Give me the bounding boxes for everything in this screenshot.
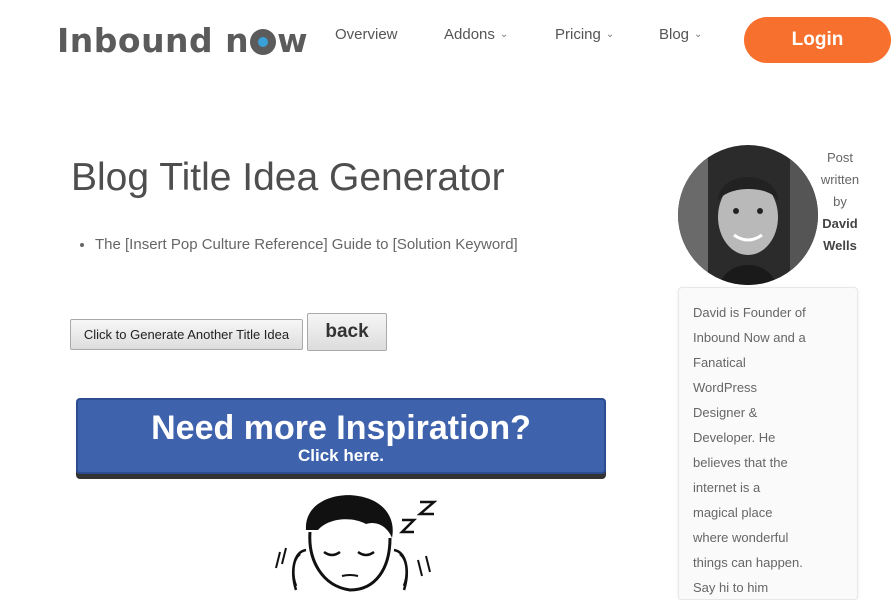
author-name-first[interactable]: David <box>812 213 868 235</box>
post-label-line: by <box>833 194 847 209</box>
chevron-down-icon: ⌄ <box>694 28 703 40</box>
chevron-down-icon: ⌄ <box>605 28 615 40</box>
bio-line: Fanatical <box>693 355 746 370</box>
bio-line: Designer & <box>693 405 758 420</box>
nav-pricing-label: Pricing <box>555 25 601 43</box>
back-button[interactable]: back <box>307 313 387 351</box>
generate-title-button[interactable]: Click to Generate Another Title Idea <box>70 319 303 350</box>
logo-text-right: w <box>277 20 309 60</box>
bio-line: where wonderful <box>693 530 789 545</box>
chevron-down-icon: ⌄ <box>499 28 509 40</box>
logo-text-left: Inbound n <box>57 20 250 60</box>
power-o-icon <box>250 29 277 55</box>
post-author-label: Post written by David Wells <box>812 147 868 257</box>
post-label-line: written <box>820 172 860 187</box>
nav-addons-label: Addons <box>444 25 495 43</box>
sleeping-person-illustration <box>275 495 438 592</box>
bio-line: Inbound Now and a <box>693 330 806 345</box>
nav-addons[interactable]: Addons ⌄ <box>444 24 508 44</box>
login-button[interactable]: Login <box>744 17 891 63</box>
bio-line: David is Founder of <box>693 305 806 320</box>
bio-line: WordPress <box>693 380 758 395</box>
author-name-last[interactable]: Wells <box>812 235 868 257</box>
banner-heading: Need more Inspiration? <box>151 409 531 447</box>
nav-overview[interactable]: Overview <box>335 24 398 44</box>
title-ideas-list: The [Insert Pop Culture Reference] Guide… <box>75 235 518 255</box>
nav-blog-label: Blog <box>659 25 690 43</box>
author-bio-card: David is Founder of Inbound Now and a Fa… <box>678 287 858 600</box>
nav-pricing[interactable]: Pricing ⌄ <box>555 24 614 44</box>
inbound-now-logo[interactable]: Inbound n w <box>57 20 309 60</box>
author-avatar[interactable] <box>678 145 818 285</box>
inspiration-banner[interactable]: Need more Inspiration? Click here. <box>76 398 606 474</box>
bio-line: believes that the <box>693 455 788 470</box>
bio-line: things can happen. <box>693 555 803 570</box>
bio-line: internet is a <box>693 480 761 495</box>
page-title: Blog Title Idea Generator <box>71 156 505 199</box>
nav-blog[interactable]: Blog ⌄ <box>659 24 702 44</box>
banner-subtext: Click here. <box>298 446 384 465</box>
bio-line: magical place <box>693 505 773 520</box>
bio-line: Say hi to him <box>693 580 769 595</box>
title-idea-item: The [Insert Pop Culture Reference] Guide… <box>95 235 518 255</box>
bio-line: Developer. He <box>693 430 776 445</box>
post-label-line: Post <box>826 150 853 165</box>
nav-overview-label: Overview <box>335 25 398 43</box>
